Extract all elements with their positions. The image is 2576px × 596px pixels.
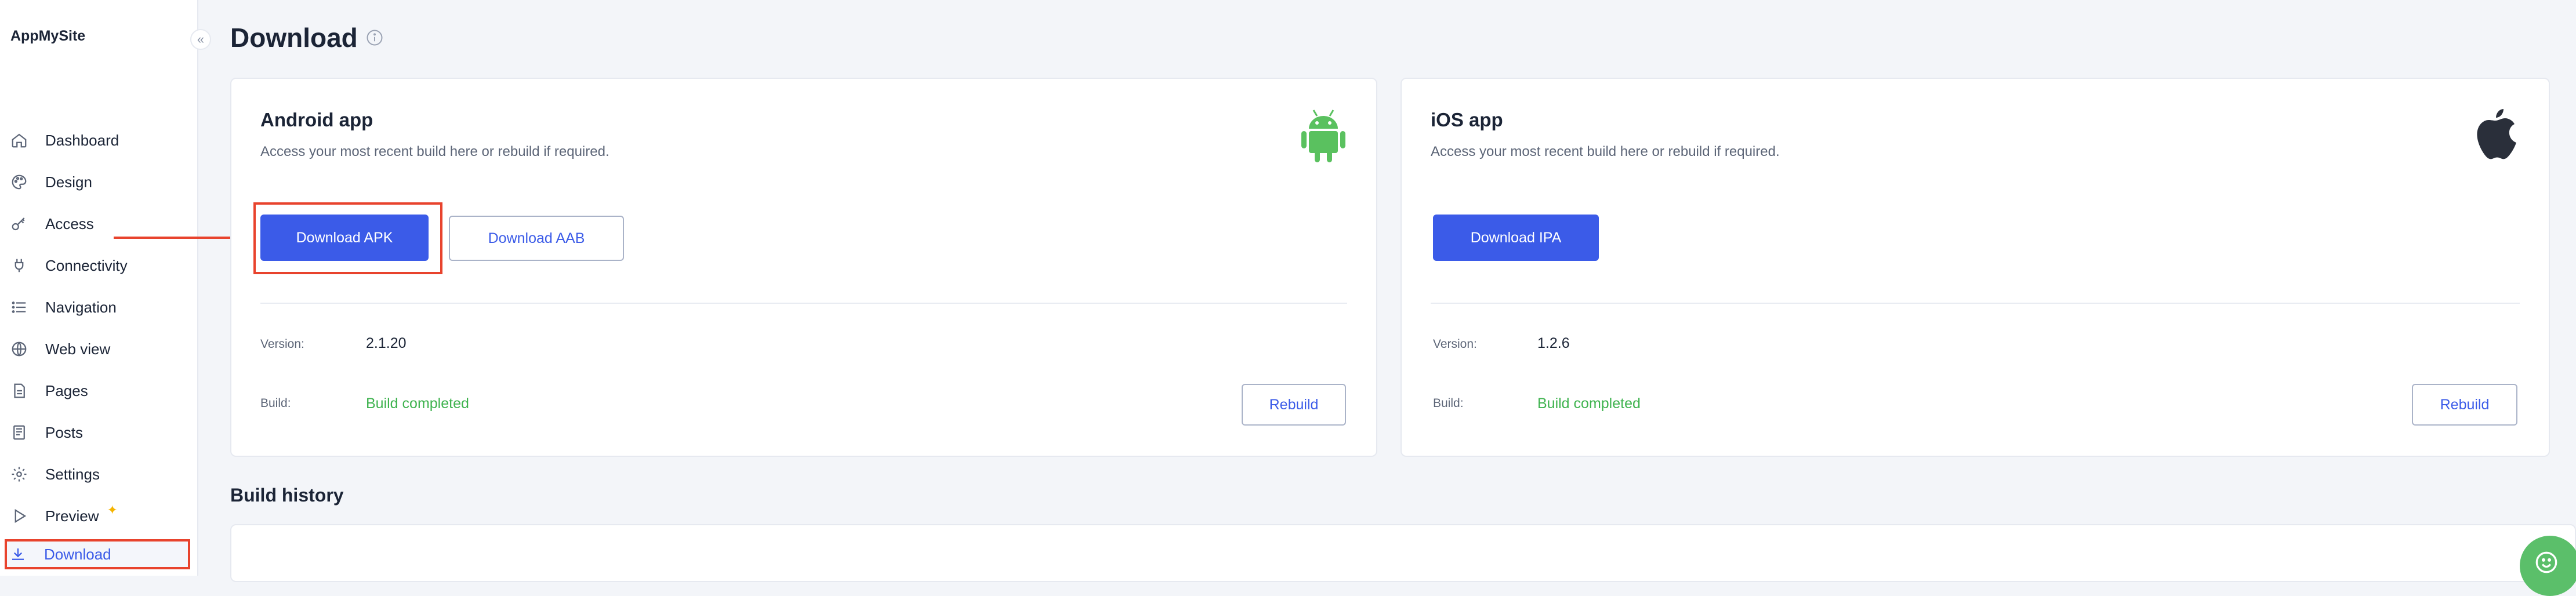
play-icon bbox=[9, 506, 29, 526]
android-card-subtitle: Access your most recent build here or re… bbox=[260, 144, 609, 159]
sidebar-item-label: Navigation bbox=[45, 298, 117, 316]
page-icon bbox=[9, 381, 29, 401]
app-logo-text: AppMySite bbox=[10, 28, 86, 44]
sidebar-item-settings[interactable]: Settings bbox=[8, 459, 186, 489]
smiley-icon bbox=[2535, 551, 2557, 573]
version-label: Version: bbox=[1433, 337, 1477, 351]
ios-card-divider bbox=[1431, 303, 2520, 304]
key-icon bbox=[9, 214, 29, 234]
home-icon bbox=[9, 130, 29, 150]
ios-card-title: iOS app bbox=[1431, 109, 1503, 130]
download-icon bbox=[8, 544, 28, 564]
build-history-card bbox=[230, 524, 2576, 582]
android-card-title: Android app bbox=[260, 109, 373, 130]
version-value: 1.2.6 bbox=[1537, 335, 1570, 351]
sidebar-item-web-view[interactable]: Web view bbox=[8, 334, 186, 364]
sidebar-item-label: Design bbox=[45, 173, 92, 191]
sidebar-item-download[interactable]: Download bbox=[5, 539, 190, 569]
build-label: Build: bbox=[1433, 397, 1464, 410]
sidebar-item-navigation[interactable]: Navigation bbox=[8, 292, 186, 322]
info-icon[interactable] bbox=[366, 29, 383, 46]
android-rebuild-button[interactable]: Rebuild bbox=[1242, 384, 1346, 426]
ios-app-card: iOS app Access your most recent build he… bbox=[1401, 78, 2550, 457]
post-icon bbox=[9, 423, 29, 442]
sidebar-item-label: Dashboard bbox=[45, 131, 119, 149]
page-title: Download bbox=[230, 23, 358, 53]
apple-icon bbox=[2477, 109, 2516, 159]
version-label: Version: bbox=[260, 337, 304, 351]
sidebar-item-label: Pages bbox=[45, 381, 88, 399]
download-aab-button[interactable]: Download AAB bbox=[449, 216, 624, 261]
gear-icon bbox=[9, 464, 29, 484]
page-title-row: Download bbox=[230, 22, 383, 53]
plug-icon bbox=[9, 256, 29, 275]
annotation-highlight-box bbox=[253, 202, 442, 274]
sidebar-item-label: Settings bbox=[45, 465, 100, 483]
chat-support-button[interactable] bbox=[2520, 536, 2576, 596]
sidebar-item-preview[interactable]: Preview ✦ bbox=[8, 501, 186, 531]
sidebar-item-label: Connectivity bbox=[45, 256, 128, 274]
sidebar: AppMySite Dashboard Design Access Connec… bbox=[0, 0, 198, 576]
download-ipa-button[interactable]: Download IPA bbox=[1433, 215, 1599, 261]
sidebar-item-label: Web view bbox=[45, 340, 111, 358]
sidebar-item-connectivity[interactable]: Connectivity bbox=[8, 250, 186, 281]
list-icon bbox=[9, 297, 29, 317]
sidebar-item-label: Preview bbox=[45, 507, 99, 525]
build-status: Build completed bbox=[1537, 395, 1641, 412]
build-history-title: Build history bbox=[230, 485, 344, 506]
sidebar-item-dashboard[interactable]: Dashboard bbox=[8, 125, 186, 155]
sidebar-item-pages[interactable]: Pages bbox=[8, 376, 186, 406]
collapse-sidebar-button[interactable]: « bbox=[190, 29, 211, 50]
sidebar-item-design[interactable]: Design bbox=[8, 167, 186, 197]
android-icon bbox=[1301, 110, 1345, 162]
sidebar-item-label: Download bbox=[44, 545, 111, 563]
ios-card-subtitle: Access your most recent build here or re… bbox=[1431, 144, 1780, 159]
version-value: 2.1.20 bbox=[366, 335, 407, 351]
palette-icon bbox=[9, 172, 29, 192]
sparkle-icon: ✦ bbox=[107, 503, 118, 517]
ios-rebuild-button[interactable]: Rebuild bbox=[2412, 384, 2517, 426]
sidebar-item-label: Posts bbox=[45, 423, 84, 441]
sidebar-item-posts[interactable]: Posts bbox=[8, 417, 186, 448]
sidebar-item-label: Access bbox=[45, 215, 94, 232]
build-label: Build: bbox=[260, 397, 291, 410]
globe-icon bbox=[9, 339, 29, 359]
android-card-divider bbox=[260, 303, 1347, 304]
build-status: Build completed bbox=[366, 395, 469, 412]
